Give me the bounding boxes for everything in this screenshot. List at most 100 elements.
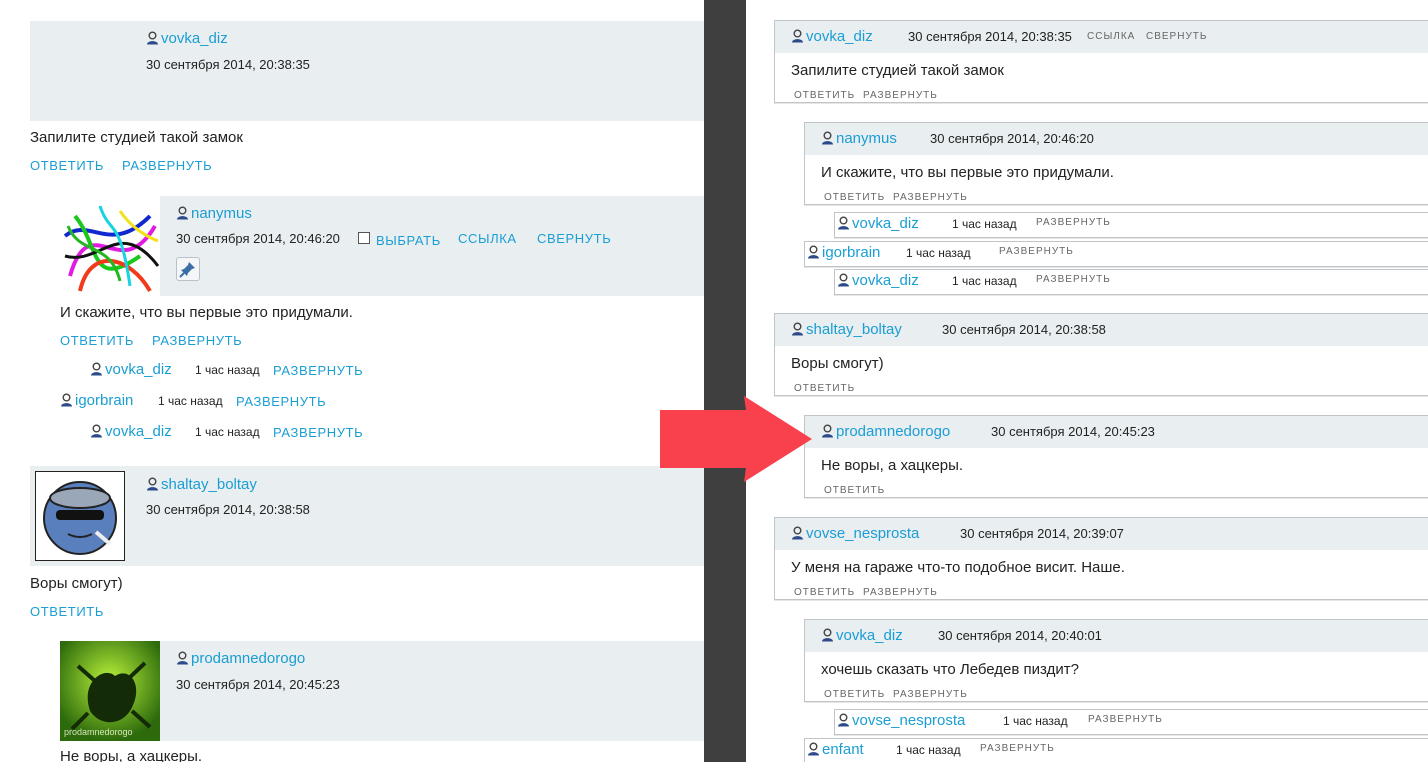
pin-icon — [179, 262, 195, 278]
expand-link[interactable]: РАЗВЕРНУТЬ — [236, 394, 326, 409]
expand-link[interactable]: РАЗВЕРНУТЬ — [980, 743, 1055, 754]
comment-text: Запилите студией такой замок — [791, 62, 1004, 79]
comment-text: хочешь сказать что Лебедев пиздит? — [821, 661, 1079, 678]
comment-card: shaltay_boltay 30 сентября 2014, 20:38:5… — [774, 313, 1428, 396]
collapsed-reply-author[interactable]: vovse_nesprosta — [837, 712, 965, 729]
expand-link[interactable]: РАЗВЕРНУТЬ — [152, 333, 242, 348]
comment-author-link[interactable]: shaltay_boltay — [791, 321, 902, 338]
comment-card: prodamnedorogo 30 сентября 2014, 20:45:2… — [804, 415, 1428, 498]
comment-text: Не воры, а хацкеры. — [60, 748, 203, 762]
comment-header — [805, 123, 1428, 155]
comment-author-link[interactable]: prodamnedorogo — [821, 423, 950, 440]
expand-link[interactable]: РАЗВЕРНУТЬ — [273, 363, 363, 378]
reply-time: 1 час назад — [195, 425, 260, 439]
user-icon — [837, 216, 850, 230]
expand-link[interactable]: РАЗВЕРНУТЬ — [1036, 274, 1111, 285]
user-avatar — [60, 196, 160, 296]
comment-card: vovse_nesprosta 30 сентября 2014, 20:39:… — [774, 517, 1428, 600]
comment-card: nanymus 30 сентября 2014, 20:46:20 И ска… — [804, 122, 1428, 205]
user-icon — [146, 477, 159, 491]
comment-author-link[interactable]: vovka_diz — [821, 627, 903, 644]
user-icon — [791, 29, 804, 43]
expand-link[interactable]: РАЗВЕРНУТЬ — [999, 246, 1074, 257]
expand-link[interactable]: РАЗВЕРНУТЬ — [1036, 217, 1111, 228]
reply-link[interactable]: ОТВЕТИТЬ — [794, 383, 855, 394]
reply-link[interactable]: ОТВЕТИТЬ — [60, 333, 134, 348]
collapsed-reply[interactable]: vovse_nesprosta 1 час назад РАЗВЕРНУТЬ — [834, 709, 1428, 735]
comment-date: 30 сентября 2014, 20:46:20 — [930, 131, 1094, 146]
expand-link[interactable]: РАЗВЕРНУТЬ — [893, 192, 968, 203]
collapse-link[interactable]: СВЕРНУТЬ — [537, 231, 611, 246]
user-icon — [837, 273, 850, 287]
select-checkbox[interactable] — [358, 232, 370, 244]
reply-time: 1 час назад — [1003, 714, 1068, 728]
comment-author-link[interactable]: vovse_nesprosta — [791, 525, 919, 542]
reply-link[interactable]: ОТВЕТИТЬ — [794, 90, 855, 101]
collapsed-reply[interactable]: vovka_diz 1 час назад РАЗВЕРНУТЬ — [834, 269, 1428, 295]
reply-time: 1 час назад — [952, 274, 1017, 288]
comment-date: 30 сентября 2014, 20:38:58 — [146, 502, 310, 517]
user-icon — [176, 651, 189, 665]
avatar-watermark: prodamnedorogo — [64, 727, 133, 737]
user-icon — [807, 742, 820, 756]
collapsed-reply-author[interactable]: vovka_diz — [90, 361, 172, 378]
reply-time: 1 час назад — [195, 363, 260, 377]
comment-author-link[interactable]: vovka_diz — [146, 30, 228, 47]
reply-time: 1 час назад — [158, 394, 223, 408]
expand-link[interactable]: РАЗВЕРНУТЬ — [863, 90, 938, 101]
panel-divider — [704, 0, 746, 762]
comment-text: Воры смогут) — [791, 355, 884, 372]
collapsed-reply-author[interactable]: igorbrain — [807, 244, 880, 261]
user-icon — [90, 362, 103, 376]
collapsed-reply[interactable]: igorbrain 1 час назад РАЗВЕРНУТЬ — [804, 241, 1428, 267]
collapsed-reply-author[interactable]: vovka_diz — [837, 272, 919, 289]
collapsed-reply[interactable]: vovka_diz 1 час назад РАЗВЕРНУТЬ — [834, 212, 1428, 238]
comment-card: vovka_diz 30 сентября 2014, 20:40:01 хоч… — [804, 619, 1428, 702]
select-link[interactable]: ВЫБРАТЬ — [376, 233, 441, 248]
expand-link[interactable]: РАЗВЕРНУТЬ — [893, 689, 968, 700]
comment-author-link[interactable]: nanymus — [176, 205, 252, 222]
comment-author-link[interactable]: vovka_diz — [791, 28, 873, 45]
user-icon — [807, 245, 820, 259]
reply-time: 1 час назад — [906, 246, 971, 260]
permalink-link[interactable]: ССЫЛКА — [458, 231, 517, 246]
collapsed-reply-author[interactable]: enfant — [807, 741, 864, 758]
comment-card: vovka_diz 30 сентября 2014, 20:38:35 ССЫ… — [774, 20, 1428, 103]
expand-link[interactable]: РАЗВЕРНУТЬ — [273, 425, 363, 440]
collapsed-reply[interactable]: enfant 1 час назад РАЗВЕРНУТЬ — [804, 738, 1428, 762]
collapsed-reply-author[interactable]: vovka_diz — [90, 423, 172, 440]
expand-link[interactable]: РАЗВЕРНУТЬ — [1088, 714, 1163, 725]
comment-text: Воры смогут) — [30, 575, 123, 592]
comment-date: 30 сентября 2014, 20:45:23 — [176, 677, 340, 692]
collapse-link[interactable]: СВЕРНУТЬ — [1146, 31, 1207, 42]
expand-link[interactable]: РАЗВЕРНУТЬ — [122, 158, 212, 173]
comment-date: 30 сентября 2014, 20:38:35 — [146, 57, 310, 72]
comment-author-link[interactable]: nanymus — [821, 130, 897, 147]
new-comments-view: vovka_diz 30 сентября 2014, 20:38:35 ССЫ… — [746, 0, 1428, 762]
reply-link[interactable]: ОТВЕТИТЬ — [824, 192, 885, 203]
user-avatar — [35, 471, 125, 561]
pin-button[interactable] — [176, 257, 200, 281]
comment-text: У меня на гараже что-то подобное висит. … — [791, 559, 1125, 576]
reply-link[interactable]: ОТВЕТИТЬ — [30, 604, 104, 619]
collapsed-reply-author[interactable]: igorbrain — [60, 392, 133, 409]
collapsed-reply-author[interactable]: vovka_diz — [837, 215, 919, 232]
user-icon — [791, 526, 804, 540]
user-avatar: prodamnedorogo — [60, 641, 160, 741]
comment-text: Запилите студией такой замок — [30, 129, 243, 146]
comment-author-link[interactable]: prodamnedorogo — [176, 650, 305, 667]
comment-date: 30 сентября 2014, 20:39:07 — [960, 526, 1124, 541]
permalink-link[interactable]: ССЫЛКА — [1087, 31, 1135, 42]
comment-author-link[interactable]: shaltay_boltay — [146, 476, 257, 493]
reply-link[interactable]: ОТВЕТИТЬ — [824, 689, 885, 700]
expand-link[interactable]: РАЗВЕРНУТЬ — [863, 587, 938, 598]
user-icon — [176, 206, 189, 220]
user-icon — [837, 713, 850, 727]
comment-text: И скажите, что вы первые это придумали. — [821, 164, 1114, 181]
reply-link[interactable]: ОТВЕТИТЬ — [30, 158, 104, 173]
reply-time: 1 час назад — [952, 217, 1017, 231]
reply-link[interactable]: ОТВЕТИТЬ — [824, 485, 885, 496]
comment-header — [30, 21, 704, 121]
reply-link[interactable]: ОТВЕТИТЬ — [794, 587, 855, 598]
comment-text: Не воры, а хацкеры. — [821, 457, 964, 474]
